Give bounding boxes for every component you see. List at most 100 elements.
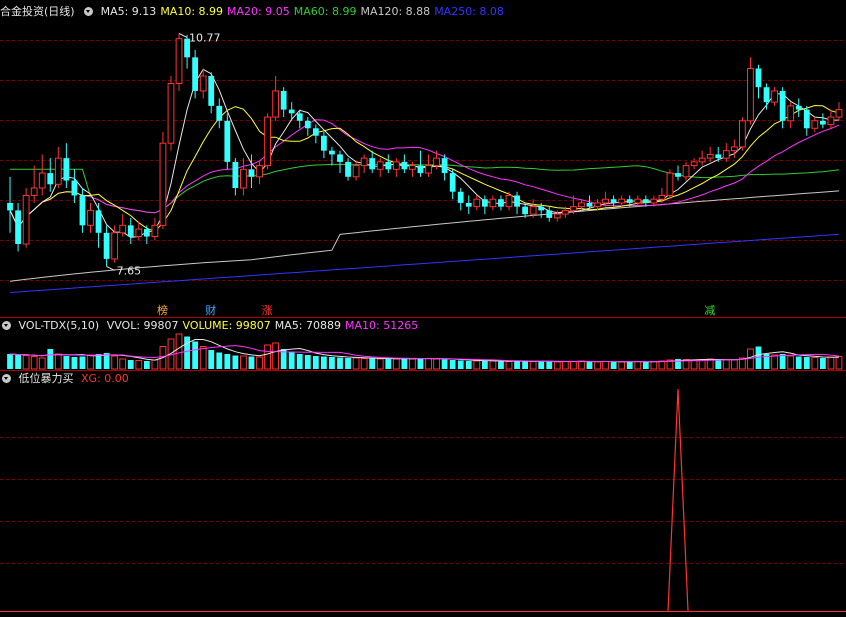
volume-bar-up bbox=[111, 355, 119, 370]
candle-body-down bbox=[457, 191, 464, 203]
volume-bar-up bbox=[22, 355, 30, 370]
volume-bar-up bbox=[175, 333, 183, 370]
volume-bar-up bbox=[87, 354, 94, 370]
volume-bar-up bbox=[771, 354, 778, 370]
candle-body-down bbox=[465, 202, 472, 207]
volume-bar-up bbox=[54, 353, 62, 370]
ma250-line bbox=[9, 233, 840, 293]
candle-body-down bbox=[192, 57, 199, 91]
candle-body-down bbox=[546, 210, 553, 218]
volume-bar-up bbox=[690, 359, 698, 370]
candle-body-down bbox=[675, 173, 681, 177]
volume-bar-up bbox=[553, 361, 561, 370]
candle-body-down bbox=[345, 161, 351, 177]
candle-body-down bbox=[103, 232, 110, 259]
candle-body-up bbox=[739, 120, 746, 148]
candle-body-up bbox=[505, 194, 513, 208]
volume-bar-up bbox=[240, 355, 247, 370]
stock-chart[interactable]: 10.77 7.65 榜 财 涨 减 bbox=[0, 0, 846, 617]
volume-bar-down bbox=[304, 355, 311, 369]
candle-body-up bbox=[135, 228, 143, 238]
candle-body-up bbox=[392, 161, 400, 170]
candle-body-up bbox=[409, 165, 416, 170]
volume-bar-down bbox=[417, 358, 424, 369]
candle-body-up bbox=[352, 165, 360, 178]
volume-bar-up bbox=[602, 361, 609, 370]
volume-bar-up bbox=[722, 359, 730, 370]
volume-bar-up bbox=[658, 360, 666, 370]
volume-bar-up bbox=[360, 358, 368, 370]
candle-body-down bbox=[498, 199, 504, 207]
candle-body-down bbox=[288, 109, 295, 114]
candle-body-down bbox=[441, 158, 448, 174]
candle-body-up bbox=[473, 198, 481, 208]
volume-bar-up bbox=[489, 360, 497, 370]
ma5-line bbox=[9, 68, 839, 238]
candle-body-up bbox=[119, 224, 127, 234]
volume-bar-up bbox=[30, 356, 38, 370]
volume-bar-up bbox=[409, 358, 416, 370]
volume-bar-up bbox=[634, 361, 642, 370]
candle-body-up bbox=[682, 165, 690, 178]
candle-body-down bbox=[417, 165, 424, 174]
volume-bar-up bbox=[529, 361, 537, 370]
candle-body-up bbox=[666, 172, 674, 196]
candle-body-up bbox=[272, 90, 280, 118]
candle-body-up bbox=[175, 38, 183, 84]
volume-bar-down bbox=[288, 351, 295, 369]
candle-body-down bbox=[7, 202, 13, 211]
candle-body-down bbox=[795, 105, 802, 110]
volume-bar-down bbox=[626, 361, 633, 369]
candle-body-down bbox=[819, 120, 826, 125]
volume-bar-up bbox=[425, 358, 432, 370]
candle-body-up bbox=[433, 157, 440, 167]
volume-bar-up bbox=[561, 361, 569, 370]
volume-bar-down bbox=[7, 354, 13, 369]
ma20-line bbox=[9, 119, 840, 229]
volume-bar-down bbox=[296, 354, 303, 369]
candle-body-up bbox=[489, 198, 497, 208]
volume-bar-down bbox=[457, 360, 464, 369]
volume-bar-down bbox=[337, 357, 343, 369]
candle-body-down bbox=[626, 199, 633, 203]
event-marker-2: 涨 bbox=[262, 304, 273, 317]
candle-body-up bbox=[167, 82, 175, 144]
candle-body-up bbox=[634, 198, 642, 204]
volume-bar-down bbox=[312, 356, 319, 369]
volume-bar-down bbox=[795, 356, 802, 369]
candle-body-up bbox=[835, 109, 843, 118]
volume-bar-down bbox=[15, 355, 21, 369]
volume-bar-down bbox=[345, 358, 351, 369]
candle-body-up bbox=[22, 194, 30, 245]
candle-body-up bbox=[747, 68, 754, 122]
candle-body-down bbox=[216, 105, 223, 121]
volume-bar-down bbox=[715, 359, 722, 369]
volume-bar-up bbox=[505, 361, 513, 370]
candle-body-down bbox=[803, 109, 810, 129]
volume-bar-up bbox=[618, 361, 626, 370]
candle-body-down bbox=[79, 195, 86, 226]
candle-body-down bbox=[449, 173, 456, 192]
candle-body-down bbox=[312, 128, 319, 136]
volume-bar-up bbox=[376, 358, 384, 370]
candle-body-down bbox=[369, 158, 376, 170]
candle-body-down bbox=[127, 225, 134, 237]
candle-body-up bbox=[360, 157, 368, 167]
volume-bar-down bbox=[63, 356, 70, 369]
candle-body-down bbox=[715, 154, 722, 159]
low-price-label: 7.65 bbox=[117, 264, 141, 277]
candle-body-up bbox=[30, 187, 38, 196]
ma60-line bbox=[10, 163, 840, 214]
candle-body-up bbox=[827, 116, 835, 126]
volume-bar-down bbox=[192, 341, 199, 369]
volume-bar-down bbox=[546, 361, 553, 369]
volume-bar-up bbox=[594, 361, 601, 370]
volume-bar-up bbox=[256, 356, 263, 370]
candle-body-down bbox=[763, 87, 770, 103]
volume-bar-down bbox=[47, 349, 54, 369]
volume-bar-up bbox=[272, 342, 280, 370]
candle-body-down bbox=[296, 113, 303, 121]
volume-bar-up bbox=[650, 361, 658, 370]
candle-body-down bbox=[248, 169, 255, 177]
volume-bar-down bbox=[465, 361, 472, 369]
